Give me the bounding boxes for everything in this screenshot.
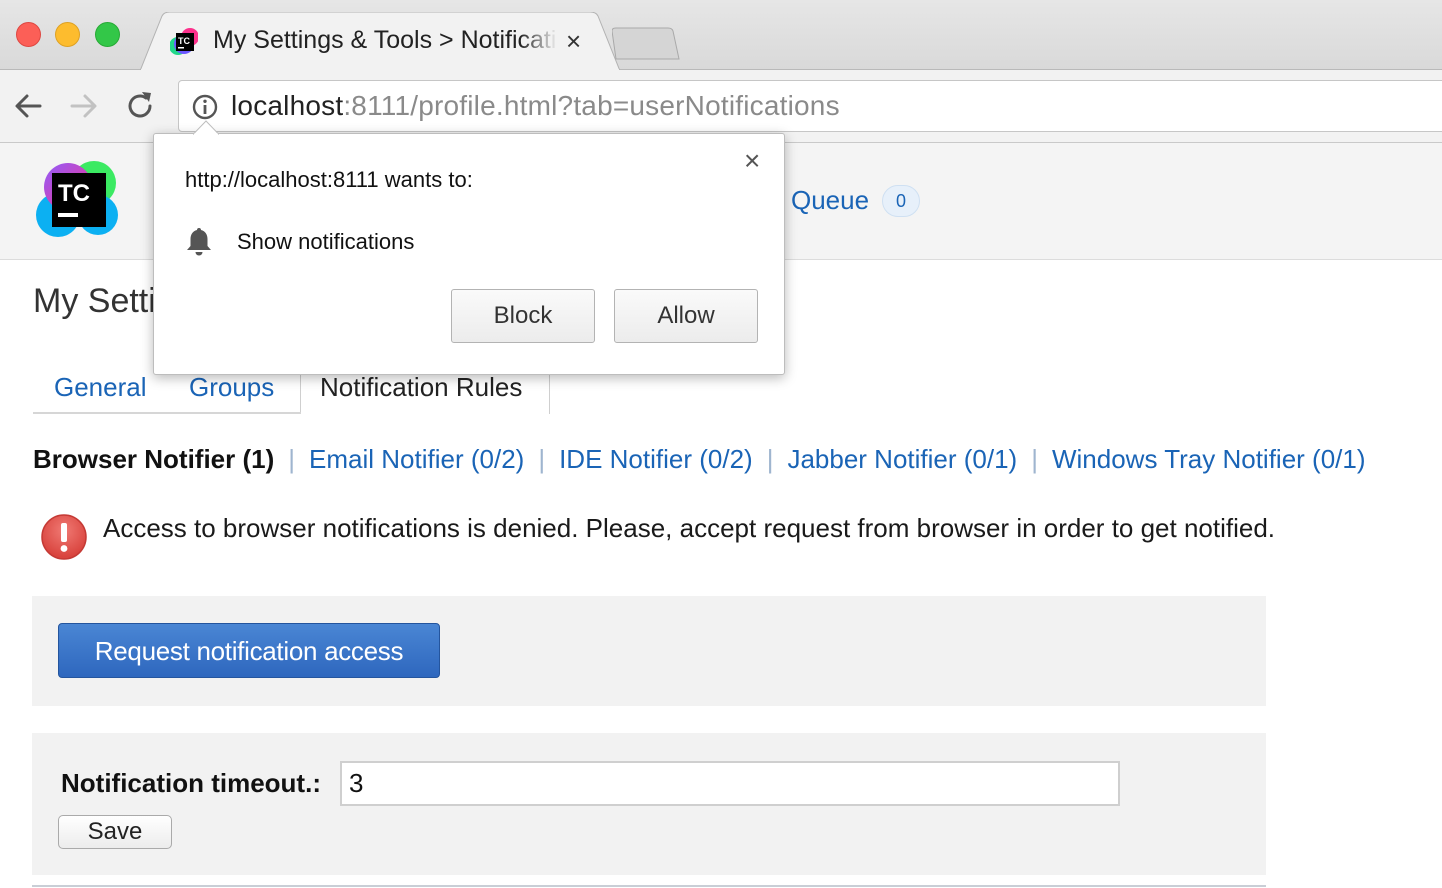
tab-groups[interactable]: Groups bbox=[189, 372, 274, 403]
separator: | bbox=[538, 444, 546, 474]
panel-bottom-divider bbox=[32, 885, 1266, 887]
request-notification-access-button[interactable]: Request notification access bbox=[58, 623, 440, 678]
allow-button[interactable]: Allow bbox=[614, 289, 758, 343]
reload-icon[interactable] bbox=[122, 88, 158, 124]
separator: | bbox=[1031, 444, 1038, 474]
popup-permission-text: Show notifications bbox=[237, 229, 415, 254]
teamcity-logo-icon[interactable]: TC bbox=[36, 157, 122, 243]
svg-text:TC: TC bbox=[58, 180, 90, 207]
popup-origin-text: http://localhost:8111 wants to: bbox=[185, 167, 473, 192]
tab-title: My Settings & Tools > Notifications bbox=[213, 26, 561, 54]
site-info-icon[interactable] bbox=[191, 93, 219, 121]
window-zoom-button[interactable] bbox=[95, 22, 120, 47]
tabs-underline bbox=[33, 412, 301, 414]
save-button[interactable]: Save bbox=[58, 815, 172, 849]
window-minimize-button[interactable] bbox=[55, 22, 80, 47]
request-access-panel: Request notification access bbox=[32, 596, 1266, 706]
tab-title-fade bbox=[520, 22, 564, 62]
timeout-settings-panel: Notification timeout.: 3 Save bbox=[32, 733, 1266, 875]
tab-close-icon[interactable]: × bbox=[566, 26, 581, 56]
queue-count-badge[interactable]: 0 bbox=[882, 185, 920, 217]
tab-notification-rules-label: Notification Rules bbox=[320, 372, 523, 402]
error-exclamation-icon bbox=[41, 514, 87, 560]
tab-general[interactable]: General bbox=[54, 372, 147, 403]
new-tab-button[interactable] bbox=[612, 27, 682, 61]
url-host: localhost bbox=[231, 90, 344, 121]
browser-tab-strip: TC My Settings & Tools > Notifications × bbox=[0, 0, 1442, 71]
notifier-email-link[interactable]: Email Notifier (0/2) bbox=[309, 444, 524, 474]
back-arrow-icon[interactable] bbox=[10, 88, 46, 124]
url-text[interactable]: localhost:8111/profile.html?tab=userNoti… bbox=[231, 90, 840, 122]
browser-tab-active[interactable]: TC My Settings & Tools > Notifications × bbox=[140, 12, 620, 71]
notification-denied-message: Access to browser notifications is denie… bbox=[103, 513, 1276, 543]
block-button[interactable]: Block bbox=[451, 289, 595, 343]
separator: | bbox=[766, 444, 774, 474]
notification-permission-popup: × http://localhost:8111 wants to: Show n… bbox=[153, 133, 785, 375]
window-close-button[interactable] bbox=[16, 22, 41, 47]
notifier-nav: Browser Notifier (1) | Email Notifier (0/2… bbox=[33, 444, 1366, 475]
address-bar[interactable]: localhost:8111/profile.html?tab=userNoti… bbox=[178, 80, 1442, 132]
notification-timeout-input[interactable]: 3 bbox=[340, 761, 1120, 806]
notification-timeout-label: Notification timeout.: bbox=[61, 768, 321, 798]
svg-text:TC: TC bbox=[178, 36, 190, 46]
teamcity-favicon-icon: TC bbox=[170, 28, 198, 55]
bell-icon bbox=[187, 228, 211, 256]
popup-close-icon[interactable]: × bbox=[744, 146, 760, 176]
popup-arrow bbox=[193, 120, 219, 135]
notifier-windows-tray-link[interactable]: Windows Tray Notifier (0/1) bbox=[1052, 444, 1366, 474]
separator: | bbox=[288, 444, 296, 474]
notifier-browser-current: Browser Notifier (1) bbox=[33, 444, 275, 474]
forward-arrow-icon[interactable] bbox=[66, 88, 102, 124]
page-title: My Setti bbox=[33, 282, 156, 320]
notifier-ide-link[interactable]: IDE Notifier (0/2) bbox=[559, 444, 753, 474]
build-queue-link[interactable]: l Queue bbox=[778, 185, 869, 216]
url-path: :8111/profile.html?tab=userNotifications bbox=[343, 90, 840, 121]
notifier-jabber-link[interactable]: Jabber Notifier (0/1) bbox=[787, 444, 1017, 474]
